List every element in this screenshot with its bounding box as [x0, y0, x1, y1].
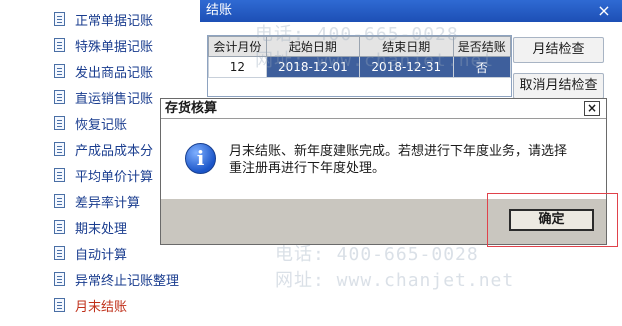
window-title-bar: 结账 × [200, 0, 622, 22]
cancel-month-end-check-button[interactable]: 取消月结检查 [513, 73, 604, 99]
dialog-title-bar: 存货核算 × [161, 99, 606, 119]
document-icon [54, 194, 65, 208]
inventory-accounting-dialog: 存货核算 × i 月末结账、新年度建账完成。若想进行下年度业务，请选择 重注册再… [160, 98, 607, 245]
tree-item-shipped-goods-posting[interactable]: 发出商品记账 [54, 62, 154, 81]
document-icon [54, 90, 65, 104]
document-icon [54, 220, 65, 234]
document-icon [54, 12, 65, 26]
tree-item-label: 异常终止记账整理 [75, 273, 180, 289]
tree-item-label: 自动计算 [75, 247, 128, 263]
window-title: 结账 [206, 3, 233, 18]
tree-item-label: 恢复记账 [75, 117, 128, 133]
tree-item-label: 发出商品记账 [75, 65, 154, 81]
tree-item-month-end-closing[interactable]: 月末结账 [54, 296, 128, 315]
tree-item-label: 月末结账 [75, 299, 128, 315]
document-icon [54, 246, 65, 260]
tree-item-label: 平均单价计算 [75, 169, 154, 185]
document-icon [54, 272, 65, 286]
close-icon[interactable]: × [596, 3, 612, 19]
message-line: 月末结账、新年度建账完成。若想进行下年度业务，请选择 [229, 144, 568, 159]
watermark-phone: 电话: 400-665-0028 [255, 24, 459, 45]
watermark-site: 网址: www.chanjet.net [255, 50, 495, 71]
tree-item-auto-calc[interactable]: 自动计算 [54, 244, 128, 263]
tree-item-label: 正常单据记账 [75, 13, 154, 29]
tree-item-direct-sales-posting[interactable]: 直运销售记账 [54, 88, 154, 107]
tree-item-label: 直运销售记账 [75, 91, 154, 107]
document-icon [54, 64, 65, 78]
tree-item-variance-rate-calc[interactable]: 差异率计算 [54, 192, 141, 211]
month-end-check-button[interactable]: 月结检查 [513, 37, 604, 63]
watermark-site: 网址: www.chanjet.net [275, 270, 515, 291]
document-icon [54, 142, 65, 156]
tree-item-label: 差异率计算 [75, 195, 141, 211]
dialog-message: 月末结账、新年度建账完成。若想进行下年度业务，请选择 重注册再进行下年度处理。 [229, 143, 589, 177]
dialog-body: i 月末结账、新年度建账完成。若想进行下年度业务，请选择 重注册再进行下年度处理… [161, 119, 606, 199]
tree-item-normal-bill-posting[interactable]: 正常单据记账 [54, 10, 154, 29]
close-icon[interactable]: × [584, 101, 600, 116]
document-icon [54, 38, 65, 52]
tree-item-special-bill-posting[interactable]: 特殊单据记账 [54, 36, 154, 55]
tree-item-label: 期末处理 [75, 221, 128, 237]
document-icon [54, 116, 65, 130]
dialog-title: 存货核算 [165, 101, 218, 116]
tree-item-period-end-processing[interactable]: 期末处理 [54, 218, 128, 237]
ok-button[interactable]: 确定 [509, 209, 594, 231]
tree-item-restore-posting[interactable]: 恢复记账 [54, 114, 128, 133]
message-line: 重注册再进行下年度处理。 [229, 161, 386, 176]
info-icon: i [185, 143, 216, 174]
document-icon [54, 168, 65, 182]
tree-item-product-cost-allocation[interactable]: 产成品成本分 [54, 140, 154, 159]
tree-item-average-price-calc[interactable]: 平均单价计算 [54, 166, 154, 185]
tree-item-label: 特殊单据记账 [75, 39, 154, 55]
tree-item-abnormal-termination[interactable]: 异常终止记账整理 [54, 270, 180, 289]
tree-item-label: 产成品成本分 [75, 143, 154, 159]
document-icon [54, 298, 65, 312]
